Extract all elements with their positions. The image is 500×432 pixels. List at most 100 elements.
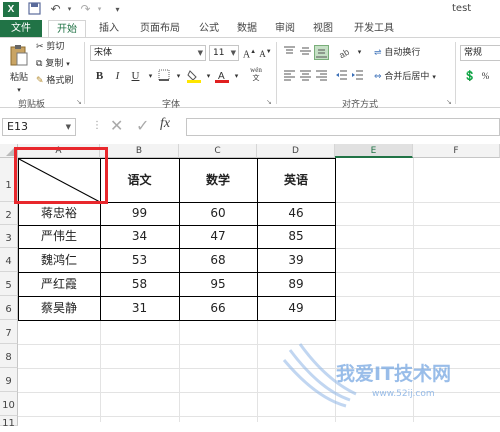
row-header-4[interactable]: 4 bbox=[0, 248, 18, 272]
insert-function-icon[interactable]: fx bbox=[160, 116, 170, 132]
font-size-combo[interactable]: 11 ▼ bbox=[209, 45, 239, 61]
name-cell[interactable]: 严红霞 bbox=[18, 272, 100, 296]
name-cell[interactable]: 魏鸿仁 bbox=[18, 248, 100, 272]
score-cell[interactable]: 68 bbox=[179, 248, 257, 272]
decrease-indent-icon[interactable] bbox=[334, 69, 349, 84]
font-color-icon[interactable]: A bbox=[214, 69, 229, 84]
name-cell[interactable]: 蔡昊静 bbox=[18, 296, 100, 320]
number-format-value: 常规 bbox=[464, 48, 483, 58]
increase-indent-icon[interactable] bbox=[350, 69, 365, 84]
score-cell[interactable]: 85 bbox=[257, 225, 335, 248]
score-cell[interactable]: 49 bbox=[257, 296, 335, 320]
score-cell[interactable]: 60 bbox=[179, 202, 257, 225]
row-header-11[interactable]: 11 bbox=[0, 416, 18, 429]
cancel-icon[interactable]: ✕ bbox=[110, 116, 123, 135]
row-header-8[interactable]: 8 bbox=[0, 344, 18, 368]
number-format-combo[interactable]: 常规 bbox=[460, 45, 500, 61]
column-header-b[interactable]: B bbox=[100, 144, 179, 158]
border-icon[interactable] bbox=[156, 69, 171, 84]
format-painter-button[interactable]: ✎ 格式刷 bbox=[36, 75, 73, 87]
score-cell[interactable]: 95 bbox=[179, 272, 257, 296]
tab-data[interactable]: 数据 bbox=[230, 20, 264, 38]
grow-font-icon[interactable]: A▲ bbox=[242, 45, 257, 60]
customize-toolbar-icon[interactable]: ▾ bbox=[110, 2, 125, 17]
formula-input[interactable] bbox=[186, 118, 500, 136]
name-cell[interactable]: 严伟生 bbox=[18, 225, 100, 248]
font-name-combo[interactable]: 宋体 ▼ bbox=[90, 45, 206, 61]
alignment-launcher-icon[interactable]: ↘ bbox=[446, 98, 452, 106]
cut-button[interactable]: ✂ 剪切 bbox=[36, 41, 64, 53]
italic-icon[interactable]: I bbox=[110, 69, 125, 84]
column-header-c[interactable]: C bbox=[179, 144, 257, 158]
worksheet-grid[interactable]: A B C D E F 1 2 3 4 5 6 7 8 9 10 11 我爱IT… bbox=[0, 144, 500, 429]
row-header-5[interactable]: 5 bbox=[0, 272, 18, 296]
orientation-dropdown-icon[interactable]: ▾ bbox=[352, 45, 367, 60]
name-box[interactable]: E13 ▼ bbox=[2, 118, 76, 136]
tab-page-layout[interactable]: 页面布局 bbox=[132, 20, 188, 38]
header-cell-math[interactable]: 数学 bbox=[179, 158, 257, 202]
score-cell[interactable]: 34 bbox=[100, 225, 179, 248]
fill-color-icon[interactable] bbox=[186, 69, 201, 84]
wrap-text-button[interactable]: ⇌ 自动换行 bbox=[374, 47, 420, 59]
score-cell[interactable]: 99 bbox=[100, 202, 179, 225]
more-options-icon[interactable]: ⋮ bbox=[92, 120, 102, 131]
score-cell[interactable]: 47 bbox=[179, 225, 257, 248]
align-middle-icon[interactable] bbox=[298, 45, 313, 60]
undo-dropdown-icon[interactable]: ▾ bbox=[62, 2, 77, 17]
currency-format-icon[interactable]: 💲 bbox=[460, 69, 480, 84]
font-launcher-icon[interactable]: ↘ bbox=[266, 98, 272, 106]
header-cell-chinese[interactable]: 语文 bbox=[100, 158, 179, 202]
row-header-10[interactable]: 10 bbox=[0, 392, 18, 416]
score-cell[interactable]: 39 bbox=[257, 248, 335, 272]
column-header-f[interactable]: F bbox=[413, 144, 500, 158]
align-bottom-icon[interactable] bbox=[314, 45, 329, 60]
paste-label: 粘贴 bbox=[9, 73, 28, 83]
align-left-icon[interactable] bbox=[282, 69, 297, 84]
tab-formulas[interactable]: 公式 bbox=[192, 20, 226, 38]
copy-button[interactable]: ⧉ 复制 ▾ bbox=[36, 58, 70, 70]
score-cell[interactable]: 53 bbox=[100, 248, 179, 272]
row-header-3[interactable]: 3 bbox=[0, 225, 18, 248]
align-center-icon[interactable] bbox=[298, 69, 313, 84]
redo-icon[interactable]: ↷ bbox=[78, 2, 93, 17]
row-header-2[interactable]: 2 bbox=[0, 202, 18, 225]
phonetic-icon[interactable]: wén 文 bbox=[244, 66, 268, 82]
row-header-6[interactable]: 6 bbox=[0, 296, 18, 320]
redo-dropdown-icon[interactable]: ▾ bbox=[92, 2, 107, 17]
name-cell[interactable]: 蒋忠裕 bbox=[18, 202, 100, 225]
font-color-dropdown-icon[interactable]: ▾ bbox=[229, 69, 244, 84]
score-cell[interactable]: 66 bbox=[179, 296, 257, 320]
save-icon[interactable] bbox=[27, 2, 42, 17]
tab-file[interactable]: 文件 bbox=[0, 20, 42, 38]
score-cell[interactable]: 46 bbox=[257, 202, 335, 225]
clipboard-launcher-icon[interactable]: ↘ bbox=[76, 98, 82, 106]
enter-icon[interactable]: ✓ bbox=[136, 116, 149, 135]
tab-home[interactable]: 开始 bbox=[48, 20, 86, 38]
merge-center-button[interactable]: ⇔ 合并后居中 ▾ bbox=[374, 71, 436, 83]
merge-icon: ⇔ bbox=[374, 72, 382, 82]
tab-view[interactable]: 视图 bbox=[306, 20, 340, 38]
excel-app-icon: X bbox=[3, 2, 19, 17]
tab-review[interactable]: 审阅 bbox=[268, 20, 302, 38]
shrink-font-icon[interactable]: A▼ bbox=[258, 45, 273, 60]
undo-icon[interactable]: ↶ bbox=[48, 2, 63, 17]
score-cell[interactable]: 89 bbox=[257, 272, 335, 296]
column-header-e[interactable]: E bbox=[335, 144, 413, 158]
score-cell[interactable]: 58 bbox=[100, 272, 179, 296]
underline-icon[interactable]: U bbox=[128, 69, 143, 84]
align-right-icon[interactable] bbox=[314, 69, 329, 84]
paste-button[interactable]: 粘贴 ▾ bbox=[6, 44, 32, 96]
score-cell[interactable]: 31 bbox=[100, 296, 179, 320]
paste-dropdown-icon[interactable]: ▾ bbox=[6, 84, 32, 96]
tab-developer[interactable]: 开发工具 bbox=[346, 20, 402, 38]
percent-style-icon[interactable]: % bbox=[478, 69, 493, 84]
align-top-icon[interactable] bbox=[282, 45, 297, 60]
bold-icon[interactable]: B bbox=[92, 69, 107, 84]
column-header-d[interactable]: D bbox=[257, 144, 335, 158]
row-header-9[interactable]: 9 bbox=[0, 368, 18, 392]
tab-insert[interactable]: 插入 bbox=[92, 20, 126, 38]
row-header-7[interactable]: 7 bbox=[0, 320, 18, 344]
border-dropdown-icon[interactable]: ▾ bbox=[171, 69, 186, 84]
header-cell-english[interactable]: 英语 bbox=[257, 158, 335, 202]
orientation-icon[interactable]: ab bbox=[337, 45, 353, 61]
